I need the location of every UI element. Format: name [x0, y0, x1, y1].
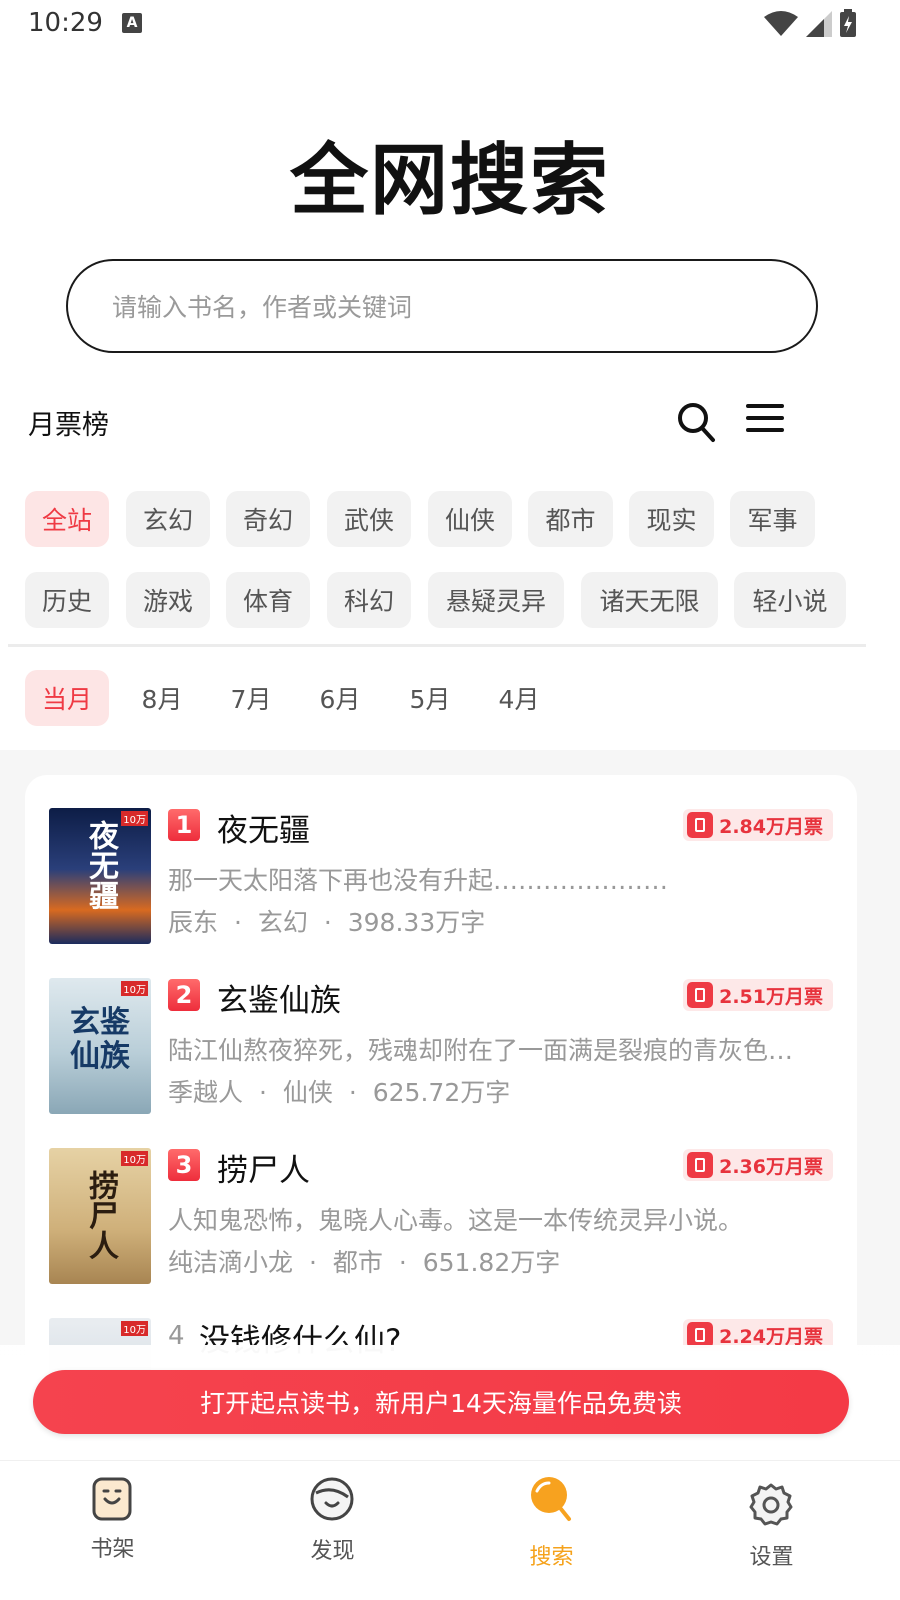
book-word-count: 625.72万字	[372, 1078, 511, 1107]
month-chip[interactable]: 7月	[209, 670, 293, 726]
tab-label: 发现	[310, 1539, 355, 1564]
monthly-votes-badge: 2.51万月票	[683, 979, 833, 1011]
discover-icon	[310, 1477, 354, 1521]
search-input[interactable]	[112, 289, 762, 325]
divider	[8, 644, 866, 647]
rank-badge: 1	[168, 809, 200, 841]
book-meta: 纯洁滴小龙 · 都市 · 651.82万字	[168, 1243, 560, 1279]
ticket-icon	[687, 1152, 714, 1178]
book-genre: 玄幻	[257, 908, 308, 937]
search-box[interactable]	[66, 259, 818, 353]
cover-title: 夜无疆	[83, 820, 118, 910]
category-chip-all[interactable]: 全站	[25, 491, 109, 547]
battery-icon	[840, 9, 856, 37]
month-chip[interactable]: 6月	[298, 670, 382, 726]
month-chip[interactable]: 8月	[120, 670, 204, 726]
cover-tag: 10万	[121, 811, 148, 826]
category-chip[interactable]: 悬疑灵异	[428, 572, 564, 628]
book-title[interactable]: 玄鉴仙族	[217, 975, 341, 1020]
category-chip[interactable]: 仙侠	[428, 491, 512, 547]
book-description: 人知鬼恐怖，鬼晓人心毒。这是一本传统灵异小说。	[168, 1206, 744, 1235]
book-author: 纯洁滴小龙	[168, 1248, 294, 1277]
cover-tag: 10万	[121, 1151, 148, 1166]
monthly-votes-badge: 2.84万月票	[683, 809, 833, 841]
category-chip[interactable]: 军事	[730, 491, 815, 547]
tab-search[interactable]: 搜索	[439, 1461, 664, 1600]
tab-label: 设置	[749, 1545, 794, 1570]
category-chip[interactable]: 武侠	[327, 491, 411, 547]
book-meta: 辰东 · 玄幻 · 398.33万字	[168, 903, 485, 939]
category-chip[interactable]: 现实	[629, 491, 714, 547]
book-description: 那一天太阳落下再也没有升起…………………	[168, 866, 669, 895]
tab-label: 书架	[90, 1537, 135, 1562]
settings-icon	[749, 1483, 793, 1526]
ticket-icon	[687, 982, 714, 1008]
cellular-signal-icon	[806, 11, 832, 37]
meta-separator: ·	[308, 1248, 317, 1277]
meta-separator: ·	[233, 908, 242, 937]
book-word-count: 651.82万字	[422, 1248, 561, 1277]
book-list-item[interactable]: 10万 捞尸人 3 捞尸人 2.36万月票 人知鬼恐怖，鬼晓人心毒。这是一本传统…	[25, 1145, 857, 1295]
book-author: 辰东	[168, 908, 219, 937]
status-icons	[764, 9, 856, 37]
monthly-votes-badge: 2.36万月票	[683, 1149, 833, 1181]
book-genre: 仙侠	[282, 1078, 333, 1107]
status-time: 10:29	[28, 8, 103, 38]
category-chip[interactable]: 游戏	[126, 572, 210, 628]
tab-bookshelf[interactable]: 书架	[0, 1461, 225, 1600]
tab-settings[interactable]: 设置	[659, 1461, 884, 1600]
month-chip[interactable]: 4月	[477, 670, 561, 726]
category-chip[interactable]: 奇幻	[226, 491, 310, 547]
rank-badge: 2	[168, 979, 200, 1011]
ticket-icon	[687, 812, 714, 838]
month-chip-current[interactable]: 当月	[25, 670, 109, 726]
book-list-item[interactable]: 10万 玄鉴仙族 2 玄鉴仙族 2.51万月票 陆江仙熬夜猝死，残魂却附在了一面…	[25, 975, 857, 1125]
category-chip[interactable]: 轻小说	[734, 572, 846, 628]
votes-count: 2.51万月票	[719, 985, 823, 1008]
search-icon[interactable]	[676, 401, 716, 443]
book-author: 季越人	[168, 1078, 244, 1107]
search-icon	[531, 1477, 571, 1521]
category-chip[interactable]: 诸天无限	[581, 572, 718, 628]
meta-separator: ·	[323, 908, 332, 937]
book-title[interactable]: 夜无疆	[217, 805, 310, 850]
tab-discover[interactable]: 发现	[220, 1461, 445, 1600]
book-cover[interactable]: 10万 捞尸人	[49, 1148, 151, 1284]
rank-badge: 3	[168, 1149, 200, 1181]
meta-separator: ·	[348, 1078, 357, 1107]
meta-separator: ·	[258, 1078, 267, 1107]
category-chip[interactable]: 科幻	[327, 572, 411, 628]
book-cover[interactable]: 10万 玄鉴仙族	[49, 978, 151, 1114]
page-logo: 全网搜索	[289, 136, 610, 226]
book-title[interactable]: 捞尸人	[217, 1145, 310, 1190]
category-chip[interactable]: 都市	[528, 491, 613, 547]
cover-title: 捞尸人	[83, 1170, 118, 1260]
cover-tag: 10万	[121, 1321, 148, 1336]
notification-icon: A	[122, 13, 142, 33]
open-app-button[interactable]: 打开起点读书，新用户14天海量作品免费读	[33, 1370, 849, 1434]
book-description: 陆江仙熬夜猝死，残魂却附在了一面满是裂痕的青灰色…	[168, 1036, 794, 1065]
month-chip[interactable]: 5月	[388, 670, 472, 726]
category-chip[interactable]: 体育	[226, 572, 310, 628]
bookshelf-icon	[92, 1477, 132, 1521]
book-genre: 都市	[332, 1248, 383, 1277]
book-cover[interactable]: 10万 夜无疆	[49, 808, 151, 944]
votes-count: 2.36万月票	[719, 1155, 823, 1178]
book-word-count: 398.33万字	[347, 908, 486, 937]
category-chip[interactable]: 历史	[25, 572, 109, 628]
status-bar: 10:29 A	[0, 0, 900, 48]
meta-separator: ·	[398, 1248, 407, 1277]
tab-label: 搜索	[529, 1545, 574, 1570]
category-chip[interactable]: 玄幻	[126, 491, 210, 547]
cover-tag: 10万	[121, 981, 148, 996]
ranking-title: 月票榜	[28, 410, 109, 441]
bottom-tab-bar: 书架 发现 搜索 设置	[0, 1460, 900, 1600]
votes-count: 2.84万月票	[719, 815, 823, 838]
wifi-icon	[764, 11, 798, 36]
menu-icon[interactable]	[746, 402, 784, 434]
book-meta: 季越人 · 仙侠 · 625.72万字	[168, 1073, 510, 1109]
cover-title: 玄鉴仙族	[70, 1005, 130, 1074]
book-list-item[interactable]: 10万 夜无疆 1 夜无疆 2.84万月票 那一天太阳落下再也没有升起………………	[25, 805, 857, 955]
